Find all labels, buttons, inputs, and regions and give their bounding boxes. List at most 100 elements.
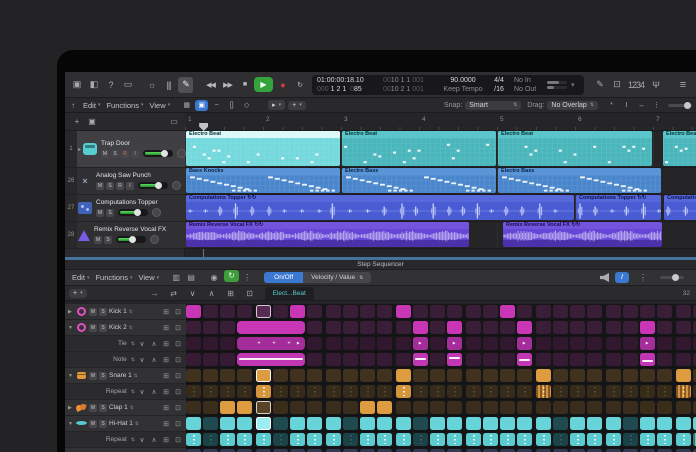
add-track-button[interactable]: + <box>69 114 84 130</box>
region[interactable]: Electro Beat <box>498 131 652 166</box>
smart-controls-icon[interactable]: ☼ <box>144 77 159 93</box>
mode-value-button[interactable]: Velocity / Value⇅ <box>303 272 371 283</box>
r-button[interactable]: R <box>116 182 124 190</box>
step-cell[interactable] <box>413 433 428 446</box>
step-cell[interactable] <box>570 417 585 430</box>
step-cell[interactable] <box>360 433 375 446</box>
step-cell[interactable] <box>570 385 585 398</box>
sequencer-row-note[interactable]: Note⇅∨∧⊞⊡ <box>65 352 186 368</box>
sequencer-kebab2-icon[interactable]: ⋮ <box>635 270 650 286</box>
step-cell[interactable] <box>606 433 621 446</box>
step-cell[interactable] <box>343 369 358 382</box>
volume-knob[interactable] <box>129 236 136 243</box>
region[interactable]: Electro Beat <box>342 131 496 166</box>
seq-menu-functions[interactable]: Functions▾ <box>95 273 132 282</box>
step-cell[interactable] <box>326 417 341 430</box>
step-cell[interactable] <box>343 353 358 366</box>
step-cell[interactable] <box>606 305 621 318</box>
step-cell[interactable] <box>483 337 498 350</box>
step-cell[interactable] <box>256 401 271 414</box>
i-button[interactable]: I <box>131 150 139 158</box>
mute-button[interactable]: M <box>89 404 97 412</box>
step-cell[interactable] <box>326 401 341 414</box>
step-cell[interactable] <box>447 305 462 318</box>
step-cell[interactable] <box>186 401 201 414</box>
step-cell[interactable] <box>343 401 358 414</box>
step-cell[interactable] <box>657 385 672 398</box>
step-cell[interactable] <box>326 369 341 382</box>
step-cell[interactable] <box>657 369 672 382</box>
step-cell[interactable] <box>466 321 481 334</box>
step-cell[interactable] <box>536 353 551 366</box>
region[interactable]: Electro Beat <box>663 131 696 166</box>
step-cell[interactable] <box>500 337 515 350</box>
step-cell[interactable] <box>517 401 532 414</box>
step-cell[interactable] <box>360 401 375 414</box>
step-cell[interactable] <box>606 321 621 334</box>
step-cell[interactable] <box>553 353 568 366</box>
row-settings-icon[interactable]: ⊡ <box>173 339 183 349</box>
step-cell[interactable] <box>430 353 445 366</box>
step-cell[interactable] <box>413 305 428 318</box>
step-cell[interactable] <box>256 433 271 446</box>
step-cell[interactable] <box>396 321 411 334</box>
step-cell[interactable] <box>237 321 305 334</box>
step-cell[interactable] <box>517 417 532 430</box>
step-cell[interactable] <box>237 353 305 366</box>
nav-arrow-icon[interactable]: → <box>147 285 162 301</box>
sequencer-row-kick-1[interactable]: ▶MSKick 1⇅⊞⊡ <box>65 304 186 320</box>
step-cell[interactable] <box>517 369 532 382</box>
row-settings-icon[interactable]: ⊡ <box>173 435 183 445</box>
m-button[interactable]: M <box>94 236 102 244</box>
step-cell[interactable] <box>587 305 602 318</box>
step-cell[interactable] <box>447 385 462 398</box>
step-cell[interactable] <box>360 305 375 318</box>
waveform-zoom-icon[interactable]: * <box>605 100 618 111</box>
menu-view[interactable]: View▾ <box>150 101 171 110</box>
step-cell[interactable] <box>220 305 235 318</box>
step-cell[interactable] <box>587 401 602 414</box>
step-cell[interactable] <box>536 305 551 318</box>
row-settings-icon[interactable]: ⊡ <box>173 371 183 381</box>
menu-edit[interactable]: Edit▾ <box>83 101 100 110</box>
m-button[interactable]: M <box>101 150 109 158</box>
region[interactable]: Electro Beat <box>186 131 340 166</box>
editors-icon[interactable]: ✎ <box>178 77 193 93</box>
step-cell[interactable] <box>623 369 638 382</box>
step-cell[interactable] <box>500 369 515 382</box>
step-cell[interactable] <box>640 305 655 318</box>
step-cell[interactable] <box>483 385 498 398</box>
step-cell[interactable] <box>466 353 481 366</box>
region[interactable]: Electro Bass <box>498 168 661 193</box>
step-cell[interactable] <box>237 369 252 382</box>
step-cell[interactable]: +++▸ <box>237 337 305 350</box>
step-cell[interactable] <box>377 353 392 366</box>
step-cell[interactable] <box>256 385 271 398</box>
step-cell[interactable] <box>447 369 462 382</box>
step-cell[interactable] <box>186 417 201 430</box>
dec-step-icon[interactable]: ∨ <box>137 339 147 349</box>
step-cell[interactable] <box>430 401 445 414</box>
step-cell[interactable] <box>536 417 551 430</box>
sequencer-row-kick-2[interactable]: ▼MSKick 2⇅⊞⊡ <box>65 320 186 336</box>
solo-button[interactable]: S <box>99 404 107 412</box>
snap-dropdown[interactable]: Smart⇅ <box>465 101 521 110</box>
zoom-slider[interactable] <box>668 104 692 107</box>
step-cell[interactable] <box>307 385 322 398</box>
inc-step-icon[interactable]: ∧ <box>149 435 159 445</box>
volume-slider[interactable] <box>118 209 148 216</box>
step-cell[interactable] <box>273 385 288 398</box>
step-cell[interactable] <box>553 401 568 414</box>
step-cell[interactable] <box>500 417 515 430</box>
pan-knob[interactable] <box>172 181 181 190</box>
sequencer-row-hi-hat-1[interactable]: ▼MSHi-Hat 1⇅⊞⊡ <box>65 416 186 432</box>
step-cell[interactable] <box>360 337 375 350</box>
step-cell[interactable] <box>517 433 532 446</box>
step-cell[interactable] <box>570 369 585 382</box>
flex-icon[interactable]: [] <box>225 100 238 111</box>
step-cell[interactable] <box>623 433 638 446</box>
step-cell[interactable] <box>536 369 551 382</box>
step-cell[interactable] <box>343 337 358 350</box>
library-icon[interactable]: ▣ <box>69 77 84 93</box>
step-cell[interactable] <box>447 433 462 446</box>
